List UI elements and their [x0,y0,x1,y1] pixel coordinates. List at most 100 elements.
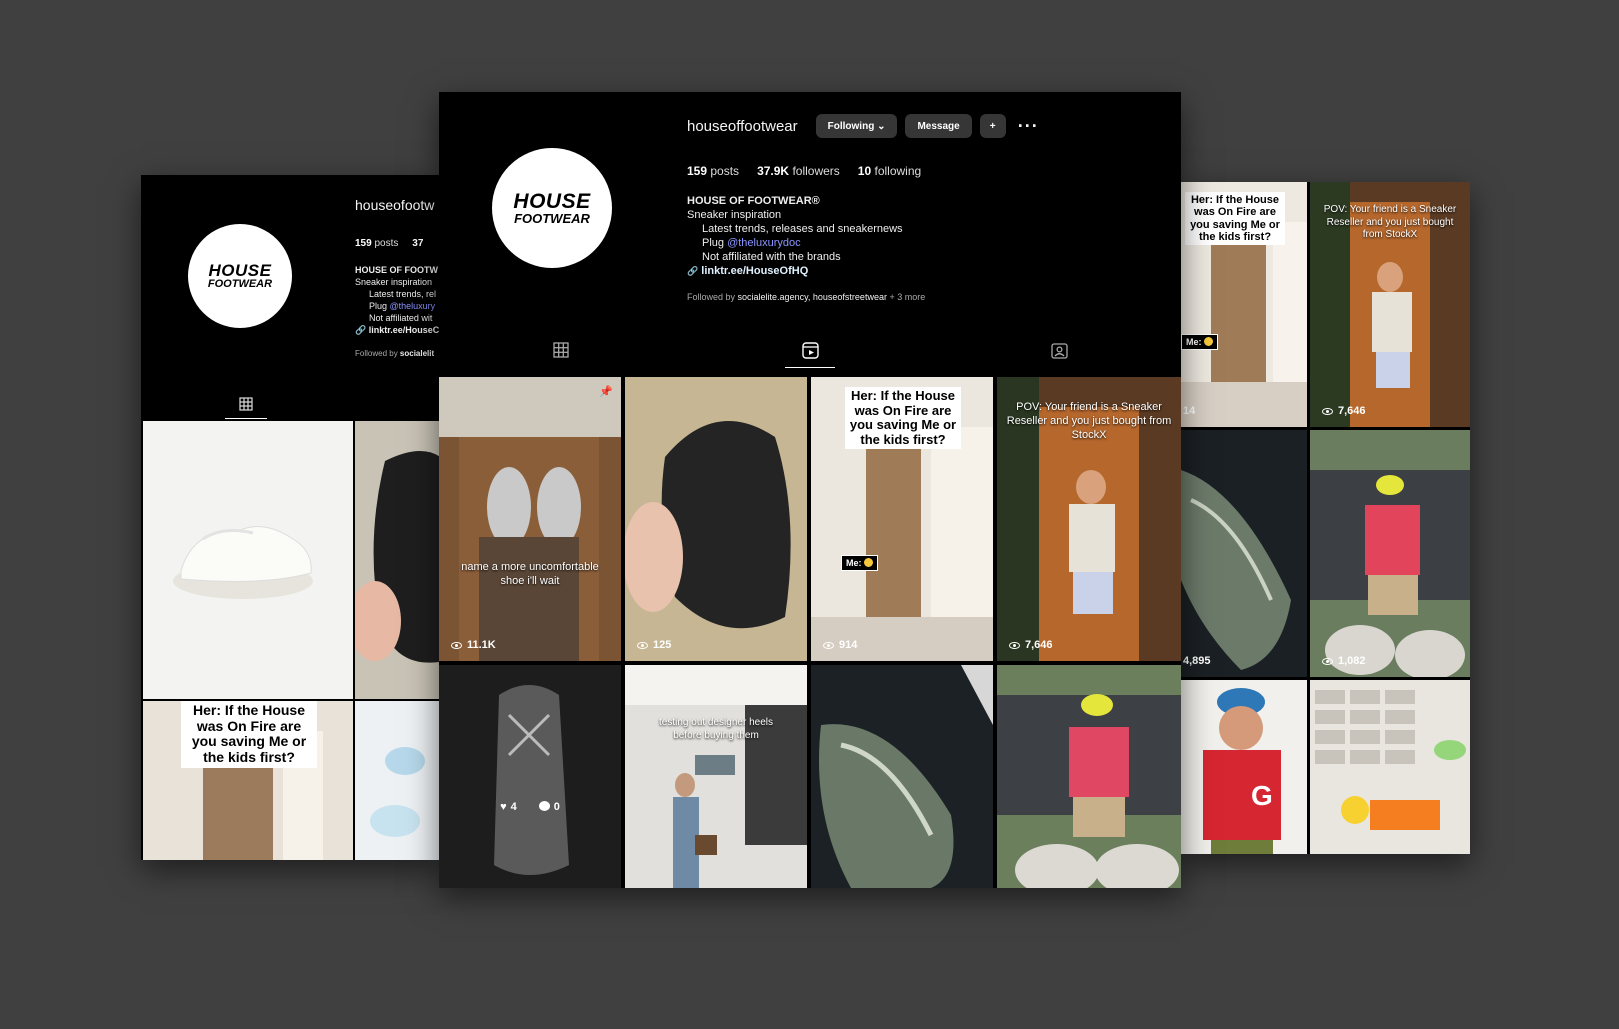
post-tile[interactable] [355,701,439,860]
reel-tile[interactable]: Her: If the House was On Fire are you sa… [811,377,993,661]
tab-reels[interactable] [785,342,835,368]
tagged-icon [1050,343,1068,359]
thinking-emoji-icon [863,558,873,567]
bio-link-text[interactable]: linktr.ee/HouseC [369,325,439,335]
posts-count: 159 [355,238,372,249]
reel-tile[interactable]: 125 [625,377,807,661]
sneaker-wall-image [1310,680,1470,854]
followed-by: Followed by socialelit [355,349,434,358]
reel-tile[interactable]: POV: Your friend is a Sneaker Reseller a… [1310,182,1470,427]
message-button[interactable]: Message [905,114,972,138]
bio-link-text[interactable]: linktr.ee/HouseOfHQ [701,265,808,277]
eye-icon [1322,407,1333,415]
bio-line-1: Sneaker inspiration [355,277,433,287]
link-icon: 🔗 [687,266,699,276]
following-count: 10 [857,164,872,178]
profile-stats: 159 posts 37.9K followers 10 following [687,164,921,178]
reel-caption: Her: If the House was On Fire are you sa… [181,701,317,768]
plug-prefix: Plug [369,301,390,311]
tab-tagged[interactable] [1034,342,1084,368]
bio-link[interactable]: 🔗 linktr.ee/HouseOfHQ [687,264,903,278]
view-count-value: 125 [653,639,672,651]
profile-bio: HOUSE OF FOOTW Sneaker inspiration Lates… [355,264,439,336]
display-name: HOUSE OF FOOTW [355,265,438,275]
profile-username: houseofootw [355,197,435,213]
reel-tile[interactable]: POV: Your friend is a Sneaker Reseller a… [997,377,1181,661]
display-name: HOUSE OF FOOTWEAR® [687,195,820,207]
eye-icon [823,641,834,649]
me-tag: Me: [1181,334,1218,350]
comment-icon [538,801,550,811]
boutique-woman-image [625,665,807,888]
reel-tile[interactable]: Her: If the House was On Fire are you sa… [1181,182,1307,427]
profile-tabs [439,342,1181,368]
tab-posts[interactable] [225,389,267,419]
like-count: 4 [510,801,517,813]
plug-mention-link[interactable]: @theluxury [390,301,436,311]
reel-tile[interactable]: 1,082 [1310,430,1470,677]
profile-avatar[interactable]: HOUSE FOOTWEAR [188,224,292,328]
view-count-value: 4,895 [1183,655,1211,667]
white-sneaker-image [173,526,313,599]
reel-tile[interactable]: 4,895 [1181,430,1307,677]
reel-caption: name a more uncomfortable shoe i'll wait [461,561,599,587]
reels-icon [801,342,819,359]
followers-stat[interactable]: 37.9K followers [757,164,840,178]
view-count: 14 [1183,405,1195,417]
posts-stat: 159 posts [687,164,739,178]
chevron-down-icon: ⌄ [877,120,886,132]
profile-stats: 159 posts 37 [355,238,423,249]
sneakers-on-feet-image [439,377,621,661]
reel-tile[interactable] [811,665,993,888]
following-button[interactable]: Following ⌄ [815,114,898,138]
following-stat[interactable]: 10 following [858,164,921,178]
more-options-icon[interactable]: ··· [1018,116,1039,137]
view-count-value: 914 [839,639,858,651]
view-count-value: 11.1K [467,639,496,651]
reel-tile[interactable]: G [1181,680,1307,854]
reel-tile[interactable] [1310,680,1470,854]
reel-tile[interactable]: testing out designer heels before buying… [625,665,807,888]
eye-icon [1009,641,1020,649]
view-count: 7,646 [1322,405,1366,417]
grid-icon [553,342,569,358]
comments: 0 [538,801,560,813]
reel-tile[interactable]: 📌 name a more uncomfortable shoe i'll wa… [439,377,621,661]
eye-icon [637,641,648,649]
posts-count: 159 [687,164,708,178]
followed-names[interactable]: socialelit [400,349,434,358]
followed-names[interactable]: socialelite.agency, houseofstreetwear [738,292,887,302]
left-profile-panel: HOUSE FOOTWEAR houseofootw 159 posts 37 … [141,175,439,860]
post-tile[interactable] [355,421,439,699]
eye-icon [1322,657,1333,665]
bio-link[interactable]: 🔗 linktr.ee/HouseC [355,324,439,336]
link-icon: 🔗 [355,325,367,335]
view-count: 1,082 [1322,655,1366,667]
followers-label: followers [792,164,840,178]
profile-avatar[interactable]: HOUSE FOOTWEAR [492,148,612,268]
plug-mention-link[interactable]: @theluxurydoc [727,237,801,249]
view-count-value: 7,646 [1025,639,1053,651]
followed-more[interactable]: + 3 more [887,292,925,302]
black-sneaker-image [355,421,439,699]
posts-label: posts [710,164,740,178]
view-count: 914 [823,639,857,651]
blue-sneaker-image [355,701,439,860]
reel-tile[interactable]: ♥ 4 0 [439,665,621,888]
add-person-button[interactable]: + [979,114,1006,138]
post-tile[interactable]: Her: If the House was On Fire are you sa… [143,701,353,860]
reel-caption: POV: Your friend is a Sneaker Reseller a… [1006,401,1172,441]
view-count: 4,895 [1183,655,1211,667]
me-tag-text: Me: [846,558,862,568]
post-tile[interactable] [143,421,353,699]
bio-line-3: Plug @theluxury [355,300,439,312]
view-count: 11.1K [451,639,496,651]
camo-sneaker-image [811,665,993,888]
followers-count: 37.9K [757,164,790,178]
red-jacket-person-image: G [1181,680,1307,854]
bio-line-3: Plug @theluxurydoc [687,236,903,250]
followed-prefix: Followed by [687,292,738,302]
reel-tile[interactable] [997,665,1181,888]
tab-posts[interactable] [536,342,586,368]
followers-count[interactable]: 37 [412,238,423,249]
